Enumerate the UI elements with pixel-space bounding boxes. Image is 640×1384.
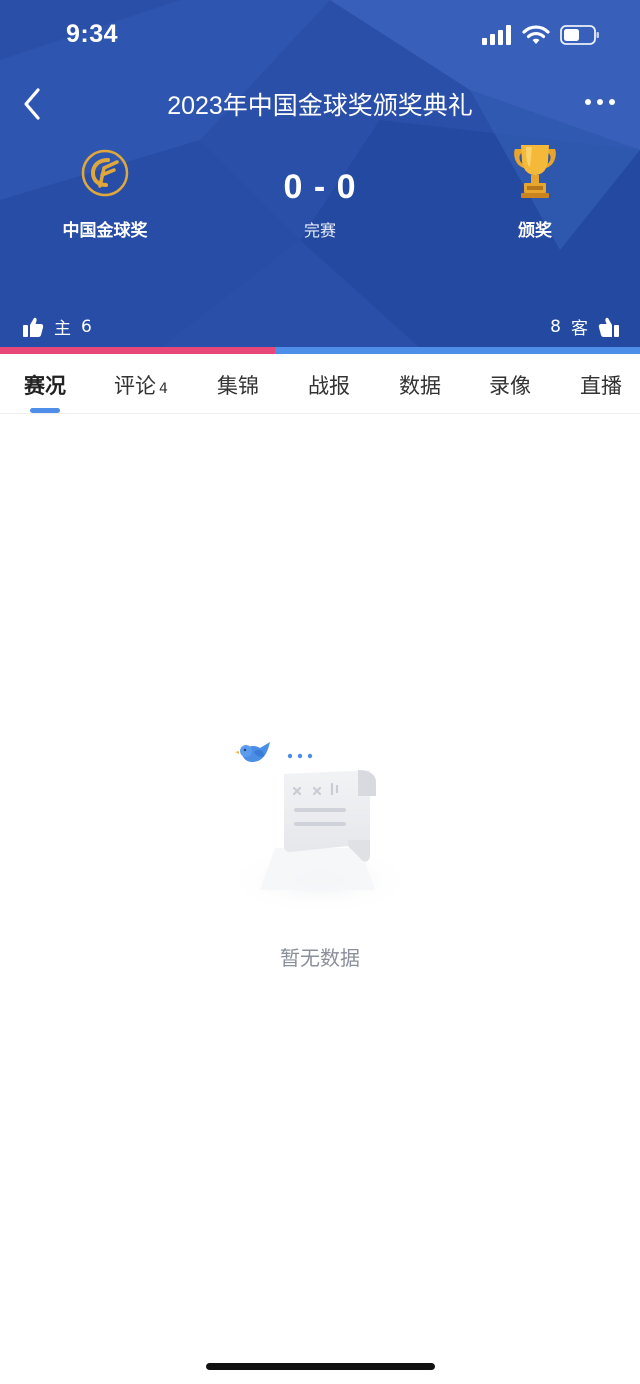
match-header: 9:34 2023年中国金球奖颁奖典礼 中国金球奖 0 - 0 完赛 颁奖 主 …	[0, 0, 640, 348]
home-support-fill	[0, 347, 276, 354]
empty-state: 暂无数据	[0, 730, 640, 990]
tab-replay[interactable]: 录像	[489, 370, 531, 400]
tab-live[interactable]: 直播	[580, 370, 622, 400]
match-status: 完赛	[303, 221, 336, 240]
tab-label: 战报	[308, 374, 350, 398]
tab-label: 评论	[114, 374, 156, 398]
support-ratio-bar	[0, 347, 640, 354]
away-team[interactable]: 颁奖	[460, 138, 610, 241]
status-icons	[482, 24, 600, 46]
bird-icon	[235, 742, 270, 762]
tab-label: 集锦	[217, 374, 259, 398]
home-support-label: 主	[54, 319, 71, 339]
battery-icon	[560, 25, 599, 45]
home-team[interactable]: 中国金球奖	[30, 138, 180, 241]
tab-highlights[interactable]: 集锦	[217, 370, 259, 400]
score-block: 0 - 0 完赛	[220, 168, 420, 241]
home-team-name: 中国金球奖	[62, 221, 148, 240]
away-support-label: 客	[571, 319, 588, 339]
away-team-logo	[460, 138, 610, 208]
thumbs-up-icon	[598, 317, 619, 337]
tab-report[interactable]: 战报	[308, 370, 350, 400]
tab-label: 赛况	[24, 374, 66, 398]
thumbs-up-icon	[23, 317, 44, 337]
away-support-fill	[275, 347, 640, 354]
signal-icon	[482, 25, 511, 45]
empty-state-illustration	[225, 742, 415, 910]
home-indicator[interactable]	[206, 1363, 435, 1370]
empty-state-text: 暂无数据	[280, 946, 360, 970]
home-team-logo	[30, 138, 180, 208]
away-support[interactable]: 8 客	[550, 314, 620, 339]
away-team-name: 颁奖	[518, 221, 552, 240]
tab-bar: 赛况 评论 4 集锦 战报 数据 录像 直播	[0, 354, 640, 414]
home-support-count: 6	[81, 316, 92, 337]
golden-ball-logo-icon	[81, 149, 129, 197]
support-row: 主 6 8 客	[0, 314, 640, 344]
tab-label: 直播	[580, 374, 622, 398]
page-title: 2023年中国金球奖颁奖典礼	[167, 92, 473, 120]
status-bar: 9:34	[0, 0, 640, 70]
tab-label: 数据	[399, 374, 441, 398]
nav-bar: 2023年中国金球奖颁奖典礼	[0, 78, 640, 130]
tab-label: 录像	[489, 374, 531, 398]
match-score: 0 - 0	[283, 168, 357, 206]
ellipsis-dots	[287, 753, 313, 759]
tab-match-overview[interactable]: 赛况	[24, 370, 66, 400]
home-support[interactable]: 主 6	[22, 314, 92, 339]
wifi-icon	[522, 25, 550, 44]
active-tab-indicator	[30, 408, 60, 413]
more-options-button[interactable]	[584, 92, 616, 112]
away-support-count: 8	[550, 316, 561, 337]
comment-count-badge: 4	[159, 381, 168, 397]
status-time: 9:34	[66, 20, 119, 48]
trophy-icon	[514, 145, 556, 198]
tab-comments[interactable]: 评论 4	[114, 370, 168, 400]
tab-stats[interactable]: 数据	[399, 370, 441, 400]
